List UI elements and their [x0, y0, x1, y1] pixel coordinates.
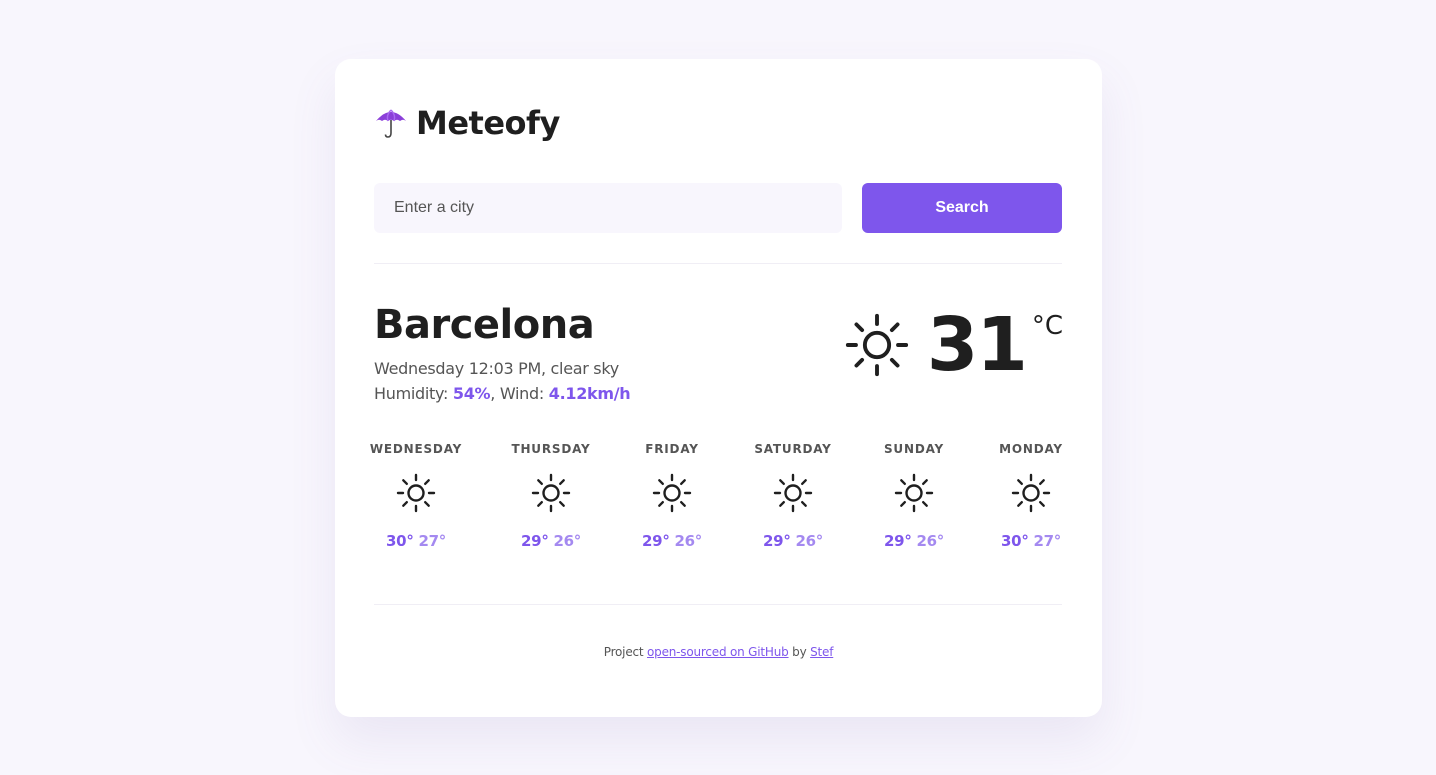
- forecast-day: SATURDAY 29° 26°: [738, 441, 848, 550]
- footer: Project open-sourced on GitHub by Stef: [335, 645, 1102, 659]
- footer-middle: by: [788, 645, 811, 659]
- temperature-value: 31: [926, 302, 1028, 388]
- forecast-day: THURSDAY 29° 26°: [496, 441, 606, 550]
- city-name: Barcelona: [374, 302, 595, 348]
- forecast-min: 26°: [916, 532, 944, 550]
- forecast-temps: 29° 26°: [496, 532, 606, 550]
- weather-description: clear sky: [550, 359, 620, 378]
- forecast-temps: 30° 27°: [361, 532, 471, 550]
- divider: [374, 263, 1062, 264]
- forecast-max: 29°: [763, 532, 791, 550]
- forecast: WEDNESDAY 30° 27° THURSDAY 29° 26° FRIDA…: [370, 441, 1062, 561]
- forecast-day-name: MONDAY: [999, 442, 1063, 456]
- forecast-max: 30°: [386, 532, 414, 550]
- app-title: Meteofy: [416, 104, 560, 142]
- divider: [374, 604, 1062, 605]
- sun-icon: [894, 473, 934, 513]
- current-temperature: 31 °C: [843, 307, 1063, 383]
- sun-icon: [396, 473, 436, 513]
- umbrella-icon: [376, 109, 406, 138]
- humidity-value: 54%: [452, 384, 491, 403]
- datetime: Wednesday 12:03 PM: [374, 359, 541, 378]
- forecast-day: WEDNESDAY 30° 27°: [361, 441, 471, 550]
- search-button[interactable]: Search: [862, 183, 1062, 233]
- forecast-temps: 29° 26°: [738, 532, 848, 550]
- forecast-min: 26°: [553, 532, 581, 550]
- wind-label: , Wind:: [490, 384, 549, 403]
- date-description: Wednesday 12:03 PM, clear sky: [374, 356, 630, 381]
- forecast-day-name: FRIDAY: [645, 442, 699, 456]
- weather-card: Meteofy Search Barcelona Wednesday 12:03…: [335, 59, 1102, 717]
- weather-details: Wednesday 12:03 PM, clear sky Humidity: …: [374, 356, 631, 406]
- separator: ,: [540, 359, 551, 378]
- forecast-min: 26°: [795, 532, 823, 550]
- brand: Meteofy: [374, 103, 560, 143]
- forecast-day: MONDAY 30° 27°: [976, 441, 1086, 550]
- forecast-temps: 29° 26°: [617, 532, 727, 550]
- sun-icon: [773, 473, 813, 513]
- forecast-day: SUNDAY 29° 26°: [859, 441, 969, 550]
- forecast-day-name: SATURDAY: [754, 442, 832, 456]
- forecast-temps: 29° 26°: [859, 532, 969, 550]
- forecast-min: 27°: [418, 532, 446, 550]
- forecast-day: FRIDAY 29° 26°: [617, 441, 727, 550]
- sun-icon: [1011, 473, 1051, 513]
- forecast-max: 29°: [521, 532, 549, 550]
- forecast-min: 26°: [674, 532, 702, 550]
- forecast-day-name: WEDNESDAY: [369, 442, 463, 456]
- github-link[interactable]: open-sourced on GitHub: [647, 645, 789, 659]
- sun-icon: [531, 473, 571, 513]
- forecast-max: 29°: [642, 532, 670, 550]
- footer-prefix: Project: [603, 645, 648, 659]
- sun-icon: [652, 473, 692, 513]
- city-search-input[interactable]: [374, 183, 842, 233]
- forecast-day-name: SUNDAY: [883, 442, 945, 456]
- temperature-unit: °C: [1031, 311, 1063, 341]
- forecast-day-name: THURSDAY: [511, 442, 591, 456]
- humidity-wind: Humidity: 54%, Wind: 4.12km/h: [374, 381, 631, 406]
- forecast-max: 29°: [884, 532, 912, 550]
- sun-icon: [845, 313, 908, 377]
- forecast-min: 27°: [1033, 532, 1061, 550]
- author-link[interactable]: Stef: [810, 645, 833, 659]
- humidity-label: Humidity:: [374, 384, 453, 403]
- forecast-max: 30°: [1001, 532, 1029, 550]
- forecast-temps: 30° 27°: [976, 532, 1086, 550]
- search-form: Search: [374, 183, 1062, 233]
- wind-value: 4.12km/h: [548, 384, 631, 403]
